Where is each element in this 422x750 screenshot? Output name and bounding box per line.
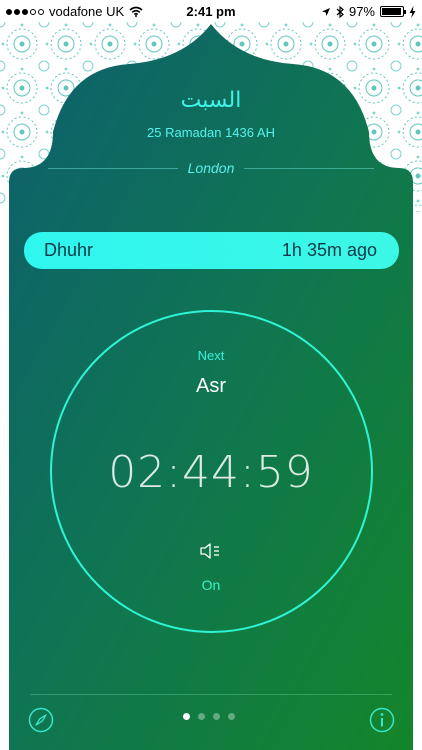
current-prayer-elapsed: 1h 35m ago [281, 240, 377, 260]
day-name: السبت [180, 88, 242, 113]
location-row[interactable]: London [48, 158, 374, 178]
bottom-divider [30, 694, 392, 695]
next-prayer-name: Asr [196, 375, 226, 397]
charging-bolt-icon [409, 5, 416, 18]
divider-line [48, 167, 178, 169]
countdown-timer: 02:44:59 [108, 447, 314, 498]
bluetooth-icon [336, 5, 344, 18]
hijri-date: 25 Ramadan 1436 AH [147, 125, 275, 140]
location-label[interactable]: London [188, 160, 235, 176]
alarm-state[interactable]: On [0, 577, 422, 593]
status-bar: vodafone UK 2:41 pm 97% [0, 0, 422, 22]
compass-icon[interactable] [28, 707, 54, 733]
battery-percent: 97% [348, 4, 375, 19]
status-right: 97% [321, 4, 416, 19]
page-dot[interactable] [183, 713, 190, 720]
location-arrow-icon [321, 7, 330, 16]
page-dot[interactable] [198, 713, 205, 720]
page-dot[interactable] [213, 713, 220, 720]
battery-icon [380, 6, 406, 17]
page-indicator[interactable] [183, 713, 235, 720]
page-dot[interactable] [228, 713, 235, 720]
current-prayer-name: Dhuhr [44, 240, 94, 260]
info-icon[interactable] [369, 707, 395, 733]
next-label: Next [197, 348, 225, 363]
speaker-icon[interactable] [199, 540, 223, 562]
current-prayer-bar[interactable]: Dhuhr 1h 35m ago [24, 232, 399, 269]
divider-line [244, 167, 374, 169]
